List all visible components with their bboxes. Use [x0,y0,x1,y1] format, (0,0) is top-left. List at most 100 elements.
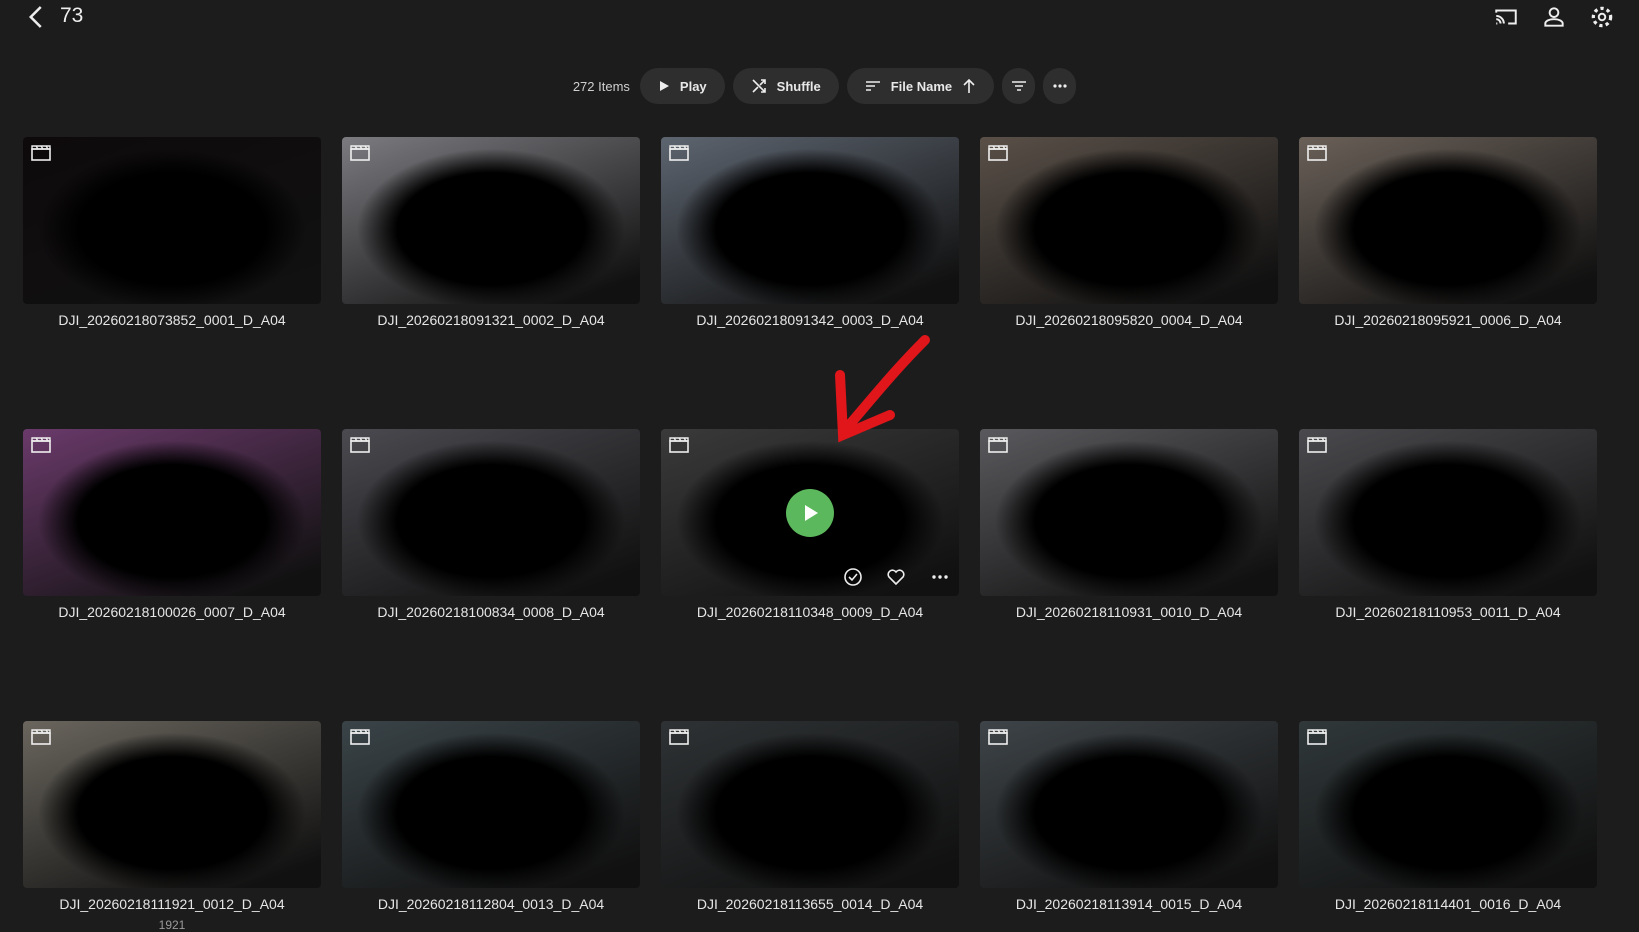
item-title[interactable]: DJI_20260218095820_0004_D_A04 [980,312,1278,328]
select-check-icon[interactable] [842,566,864,588]
thumbnail-image [342,137,640,304]
item-title[interactable]: DJI_20260218113655_0014_D_A04 [661,896,959,912]
more-button[interactable] [1043,68,1077,104]
thumbnail-image [342,721,640,888]
thumbnail-image [661,137,959,304]
item-title[interactable]: DJI_20260218113914_0015_D_A04 [980,896,1278,912]
item-title[interactable]: DJI_20260218100834_0008_D_A04 [342,604,640,620]
thumbnail-image [980,137,1278,304]
video-icon [988,729,1008,745]
thumbnail[interactable] [980,429,1278,596]
shuffle-icon [752,79,766,93]
more-icon[interactable] [929,566,951,588]
thumbnail[interactable] [1299,137,1597,304]
item-title[interactable]: DJI_20260218091321_0002_D_A04 [342,312,640,328]
media-grid: DJI_20260218073852_0001_D_A04 DJI_202602… [23,137,1597,932]
media-card[interactable]: DJI_20260218110953_0011_D_A04 [1299,429,1597,620]
media-card[interactable]: DJI_20260218073852_0001_D_A04 [23,137,321,328]
thumbnail[interactable] [1299,721,1597,888]
thumbnail-image [980,429,1278,596]
item-title[interactable]: DJI_20260218110931_0010_D_A04 [980,604,1278,620]
thumbnail-image [23,137,321,304]
settings-icon[interactable] [1589,4,1615,30]
thumbnail[interactable] [23,721,321,888]
media-card[interactable]: DJI_20260218095921_0006_D_A04 [1299,137,1597,328]
thumbnail-image [980,721,1278,888]
video-icon [1307,145,1327,161]
play-label: Play [679,78,707,94]
page-title: 73 [60,4,84,27]
play-overlay-button[interactable] [786,489,834,537]
item-title[interactable]: DJI_20260218112804_0013_D_A04 [342,896,640,912]
item-title[interactable]: DJI_20260218100026_0007_D_A04 [23,604,321,620]
thumbnail[interactable] [342,429,640,596]
item-title[interactable]: DJI_20260218111921_0012_D_A04 [23,896,321,912]
thumbnail[interactable] [342,137,640,304]
shuffle-button[interactable]: Shuffle [732,68,839,104]
thumbnail-image [1299,429,1597,596]
thumbnail[interactable] [661,721,959,888]
play-icon [659,81,669,91]
media-card[interactable]: DJI_20260218113655_0014_D_A04 [661,721,959,932]
thumbnail[interactable] [1299,429,1597,596]
video-icon [669,145,689,161]
thumbnail[interactable] [23,429,321,596]
media-card[interactable]: DJI_20260218111921_0012_D_A04 1921 [23,721,321,932]
video-icon [350,145,370,161]
video-icon [988,437,1008,453]
thumbnail[interactable] [342,721,640,888]
video-icon [31,145,51,161]
back-icon[interactable] [22,2,52,32]
header: 73 [0,0,1639,34]
item-title[interactable]: DJI_20260218114401_0016_D_A04 [1299,896,1597,912]
thumbnail-image [342,429,640,596]
media-card[interactable]: DJI_20260218100026_0007_D_A04 [23,429,321,620]
item-title[interactable]: DJI_20260218095921_0006_D_A04 [1299,312,1597,328]
item-title[interactable]: DJI_20260218091342_0003_D_A04 [661,312,959,328]
media-card[interactable]: DJI_20260218113914_0015_D_A04 [980,721,1278,932]
media-card[interactable]: DJI_20260218114401_0016_D_A04 [1299,721,1597,932]
media-card[interactable]: DJI_20260218110931_0010_D_A04 [980,429,1278,620]
play-button[interactable]: Play [639,68,725,104]
video-icon [1307,729,1327,745]
item-count: 272 Items [572,78,630,94]
thumbnail-image [1299,721,1597,888]
video-icon [31,437,51,453]
media-card[interactable]: DJI_20260218112804_0013_D_A04 [342,721,640,932]
video-icon [350,729,370,745]
thumbnail[interactable] [980,721,1278,888]
video-icon [350,437,370,453]
thumbnail[interactable] [661,137,959,304]
thumbnail[interactable] [661,429,959,596]
video-icon [988,145,1008,161]
thumbnail[interactable] [980,137,1278,304]
media-card[interactable]: DJI_20260218095820_0004_D_A04 [980,137,1278,328]
sort-label: File Name [890,78,953,94]
thumbnail[interactable] [23,137,321,304]
filter-icon [1011,81,1026,91]
media-card[interactable]: DJI_20260218110348_0009_D_A04 [661,429,959,620]
video-icon [1307,437,1327,453]
favorite-heart-icon[interactable] [885,566,907,588]
shuffle-label: Shuffle [776,78,821,94]
media-card[interactable]: DJI_20260218091321_0002_D_A04 [342,137,640,328]
cast-icon[interactable] [1493,4,1519,30]
user-icon[interactable] [1541,4,1567,30]
thumbnail-image [23,721,321,888]
sort-button[interactable]: File Name [846,68,995,104]
sort-icon [865,81,880,91]
play-icon [805,505,818,521]
video-icon [669,437,689,453]
thumbnail-image [23,429,321,596]
thumbnail-image [661,721,959,888]
item-title[interactable]: DJI_20260218110953_0011_D_A04 [1299,604,1597,620]
video-icon [31,729,51,745]
filter-button[interactable] [1002,68,1036,104]
thumbnail-image [1299,137,1597,304]
media-card[interactable]: DJI_20260218091342_0003_D_A04 [661,137,959,328]
media-card[interactable]: DJI_20260218100834_0008_D_A04 [342,429,640,620]
item-subtitle: 1921 [158,918,186,932]
item-title[interactable]: DJI_20260218110348_0009_D_A04 [661,604,959,620]
arrow-up-icon [963,78,975,93]
item-title[interactable]: DJI_20260218073852_0001_D_A04 [23,312,321,328]
